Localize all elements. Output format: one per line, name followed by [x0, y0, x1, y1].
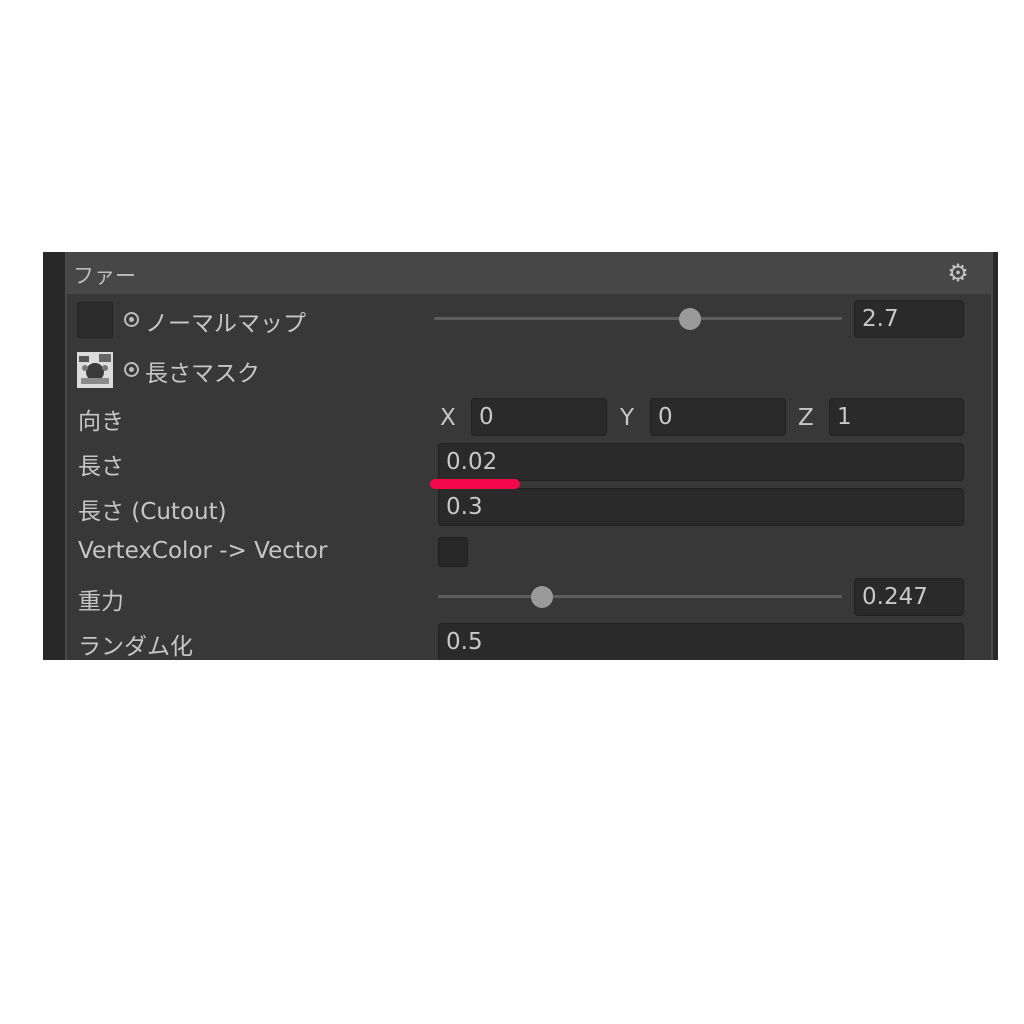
length-mask-label: 長さマスク — [145, 361, 260, 387]
object-picker-icon[interactable] — [124, 312, 139, 327]
gravity-slider-track[interactable] — [438, 595, 842, 598]
mask-preview-image — [77, 352, 113, 388]
length-cutout-row: 長さ (Cutout) 0.3 — [67, 486, 991, 528]
gravity-value-field[interactable]: 0.247 — [854, 578, 964, 616]
direction-label: 向き — [78, 409, 124, 435]
normal-map-texture-slot[interactable] — [77, 302, 113, 338]
length-cutout-label: 長さ (Cutout) — [78, 499, 227, 525]
direction-y-field[interactable]: 0 — [650, 398, 786, 436]
vertex-color-label: VertexColor -> Vector — [78, 538, 328, 564]
normal-map-value-field[interactable]: 2.7 — [854, 300, 964, 338]
gear-icon[interactable]: ⚙ — [943, 258, 973, 288]
section-title: ファー — [73, 264, 136, 288]
length-mask-texture-thumbnail[interactable] — [77, 352, 113, 388]
gravity-slider-knob[interactable] — [531, 586, 553, 608]
z-axis-label[interactable]: Z — [798, 405, 814, 431]
normal-map-slider-track[interactable] — [434, 317, 842, 320]
normal-map-row: ノーマルマップ 2.7 — [67, 298, 991, 340]
randomize-label: ランダム化 — [78, 634, 193, 660]
fur-settings-panel: ファー ⚙ ノーマルマップ 2.7 長さマスク 向き X 0 Y 0 Z 1 長… — [43, 252, 998, 660]
length-label: 長さ — [78, 454, 124, 480]
y-axis-label[interactable]: Y — [620, 405, 634, 431]
panel-body: ファー ⚙ ノーマルマップ 2.7 長さマスク 向き X 0 Y 0 Z 1 長… — [65, 252, 993, 660]
length-highlight-underline — [430, 479, 520, 489]
gravity-label: 重力 — [78, 589, 124, 615]
length-value-field[interactable]: 0.02 — [438, 443, 964, 481]
normal-map-slider-knob[interactable] — [679, 308, 701, 330]
x-axis-label[interactable]: X — [440, 405, 456, 431]
direction-z-field[interactable]: 1 — [829, 398, 964, 436]
direction-row: 向き X 0 Y 0 Z 1 — [67, 396, 991, 438]
gravity-row: 重力 0.247 — [67, 576, 991, 618]
length-row: 長さ 0.02 — [67, 441, 991, 483]
normal-map-label: ノーマルマップ — [145, 311, 306, 337]
randomize-row: ランダム化 0.5 — [67, 621, 991, 660]
direction-x-field[interactable]: 0 — [471, 398, 607, 436]
section-header[interactable]: ファー ⚙ — [67, 252, 991, 294]
length-mask-row: 長さマスク — [67, 348, 991, 390]
vertex-color-row: VertexColor -> Vector — [67, 532, 991, 574]
object-picker-icon[interactable] — [124, 362, 139, 377]
randomize-value-field[interactable]: 0.5 — [438, 623, 964, 660]
vertex-color-checkbox[interactable] — [438, 537, 468, 567]
length-cutout-value-field[interactable]: 0.3 — [438, 488, 964, 526]
